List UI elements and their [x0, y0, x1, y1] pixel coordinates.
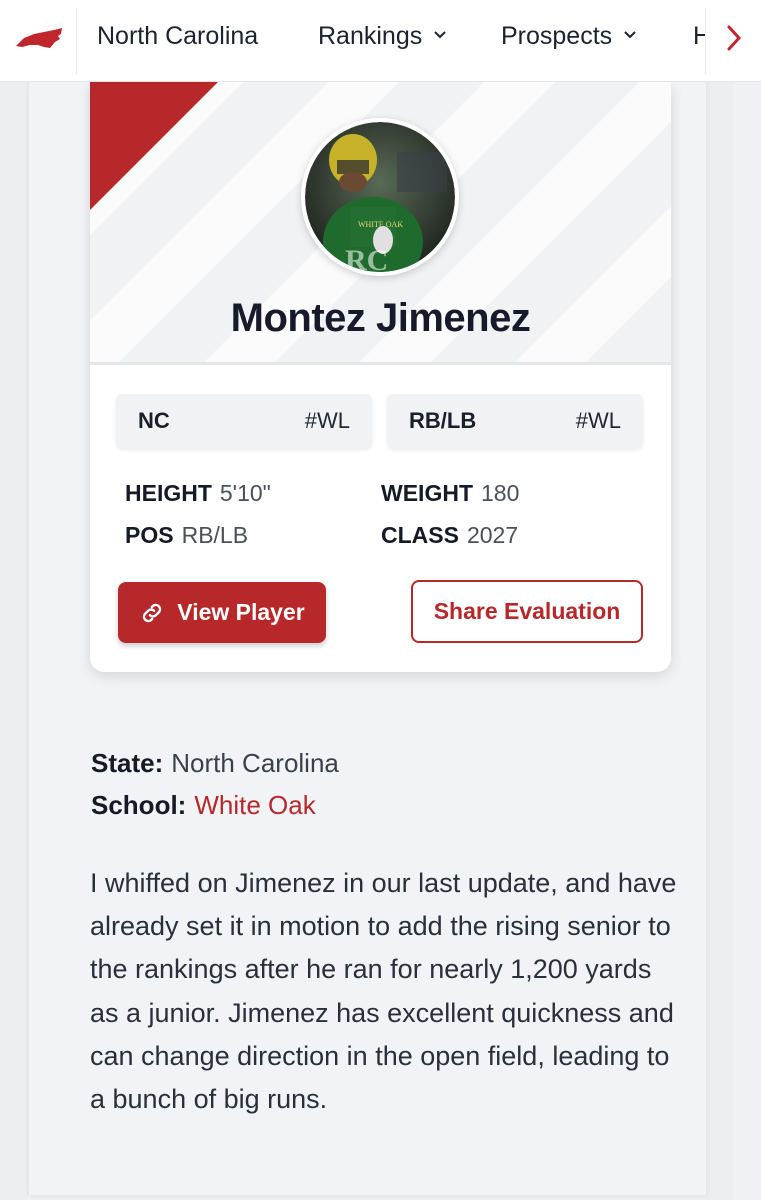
player-name: Montez Jimenez [230, 296, 531, 340]
nav-item-north-carolina[interactable]: North Carolina [97, 22, 258, 51]
school-info: School: White Oak [91, 790, 316, 821]
link-icon [139, 600, 165, 626]
top-nav: North Carolina Rankings Prospects H [0, 0, 761, 82]
stat-height-label: HEIGHT [125, 480, 212, 506]
position-chip-label: RB/LB [409, 408, 477, 433]
position-rank-chip: RB/LB #WL [387, 394, 643, 448]
stat-weight: WEIGHT 180 [381, 480, 519, 507]
chevron-down-icon [624, 26, 636, 44]
state-rank-chip: NC #WL [116, 394, 372, 448]
state-chip-label: NC [138, 408, 170, 433]
chevron-right-icon [726, 25, 742, 56]
north-carolina-state-icon[interactable] [14, 24, 64, 56]
view-player-button[interactable]: View Player [118, 582, 326, 643]
stat-height-value: 5'10" [219, 480, 271, 506]
nav-item-label: North Carolina [97, 22, 259, 50]
state-chip-rank: #WL [304, 408, 350, 433]
nav-item-rankings[interactable]: Rankings [318, 22, 446, 51]
stat-position: POS RB/LB [125, 522, 248, 549]
nav-item-prospects[interactable]: Prospects [501, 22, 636, 51]
state-info-label: State: [91, 748, 164, 778]
view-player-label: View Player [177, 599, 305, 625]
state-info: State: North Carolina [91, 748, 339, 779]
school-link[interactable]: White Oak [194, 790, 315, 820]
evaluation-text: I whiffed on Jimenez in our last update,… [90, 868, 677, 1115]
nav-item-label: H [693, 22, 705, 50]
nav-scroll-right-button[interactable] [712, 18, 756, 62]
nav-item-truncated[interactable]: H [693, 22, 705, 51]
position-chip-rank: #WL [575, 408, 621, 433]
nav-divider [76, 8, 77, 74]
chevron-down-icon [434, 26, 446, 44]
stat-class: CLASS 2027 [381, 522, 518, 549]
stat-height: HEIGHT 5'10" [125, 480, 271, 507]
player-card: WHITE OAK RC Montez Jimenez NC #WL RB/LB… [90, 82, 671, 672]
nav-divider [705, 8, 706, 74]
nav-item-label: Rankings [318, 22, 423, 50]
page-gutter-right [705, 82, 733, 1200]
player-card-header: WHITE OAK RC Montez Jimenez [90, 82, 671, 365]
svg-text:RC: RC [345, 244, 388, 272]
player-avatar: WHITE OAK RC [301, 118, 459, 276]
page-gutter-left [0, 82, 28, 1200]
stat-position-value: RB/LB [181, 522, 249, 548]
stat-class-label: CLASS [381, 522, 459, 548]
stat-position-label: POS [125, 522, 174, 548]
nav-item-label: Prospects [501, 22, 613, 50]
share-evaluation-button[interactable]: Share Evaluation [411, 580, 643, 643]
stat-weight-label: WEIGHT [381, 480, 473, 506]
stat-class-value: 2027 [466, 522, 519, 548]
state-info-value: North Carolina [171, 748, 339, 778]
share-evaluation-label: Share Evaluation [433, 598, 621, 624]
red-corner-decoration [90, 82, 218, 210]
stat-weight-value: 180 [481, 480, 520, 506]
school-info-label: School: [91, 790, 187, 820]
